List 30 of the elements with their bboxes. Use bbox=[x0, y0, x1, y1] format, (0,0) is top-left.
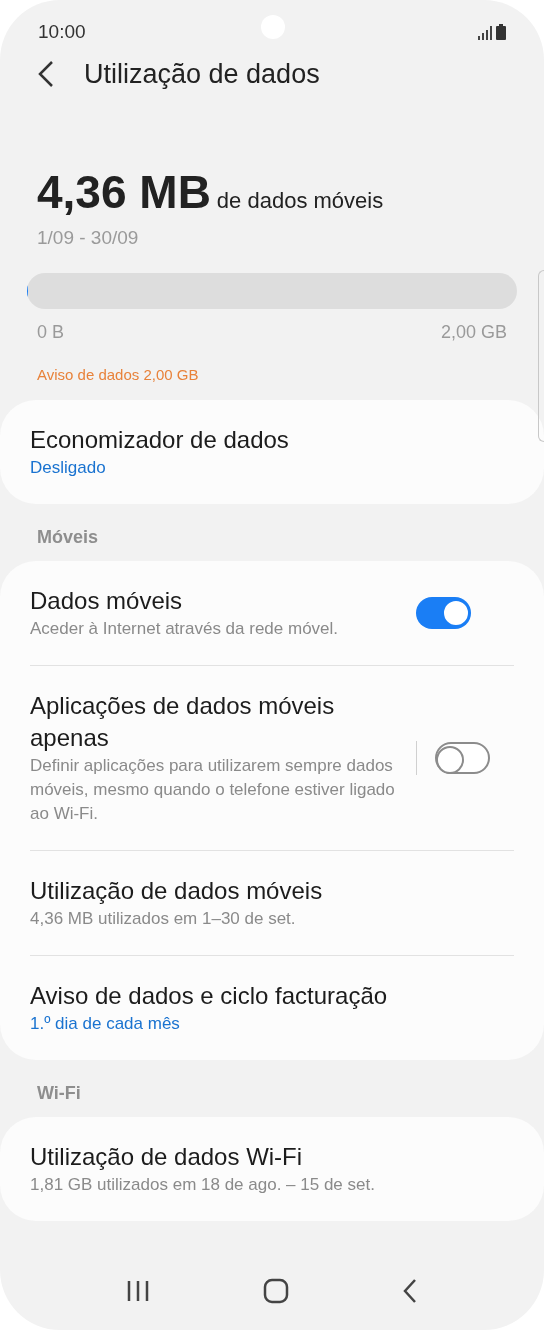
toggle-switch[interactable] bbox=[416, 597, 471, 629]
usage-period: 1/09 - 30/09 bbox=[36, 226, 140, 250]
setting-summary: 1,81 GB utilizados em 18 de ago. – 15 de set. bbox=[30, 1174, 376, 1196]
setting-summary: 4,36 MB utilizados em 1–30 de set. bbox=[30, 908, 297, 930]
section-heading: Wi-Fi bbox=[36, 1082, 82, 1105]
bar-min-label: 0 B bbox=[37, 320, 65, 344]
setting-summary: Definir aplicações para utilizarem sempre dados móveis, mesmo quando o telefone estiver ligado ao Wi-Fi. bbox=[30, 755, 396, 825]
usage-amount: 4,36 MB bbox=[37, 165, 211, 220]
usage-unit-label: de dados móveis bbox=[216, 187, 384, 215]
setting-title[interactable]: Dados móveis bbox=[30, 585, 400, 617]
section-heading: Móveis bbox=[36, 526, 100, 549]
bar-max-label: 2,00 GB bbox=[440, 320, 507, 344]
recent-apps-icon[interactable] bbox=[126, 1279, 151, 1303]
setting-title[interactable]: Aviso de dados e ciclo facturação bbox=[30, 980, 514, 1012]
back-icon[interactable] bbox=[401, 1278, 418, 1304]
setting-title[interactable]: Utilização de dados móveis bbox=[30, 875, 514, 907]
setting-title[interactable]: Aplicações de dados móveis apenas bbox=[30, 690, 400, 754]
setting-summary: Desligado bbox=[30, 457, 107, 479]
toggle-switch[interactable] bbox=[435, 742, 490, 774]
page-title: Utilização de dados bbox=[84, 57, 320, 91]
status-time: 10:00 bbox=[38, 19, 86, 44]
setting-title[interactable]: Economizador de dados bbox=[30, 424, 514, 456]
back-icon[interactable] bbox=[36, 60, 56, 88]
setting-summary: Aceder à Internet através da rede móvel. bbox=[30, 618, 340, 640]
home-icon[interactable] bbox=[263, 1278, 289, 1304]
data-warning: Aviso de dados 2,00 GB bbox=[36, 364, 200, 385]
setting-summary: 1.º dia de cada mês bbox=[30, 1013, 181, 1035]
battery-icon bbox=[496, 24, 506, 40]
signal-icon bbox=[478, 26, 492, 40]
setting-title[interactable]: Utilização de dados Wi-Fi bbox=[30, 1141, 514, 1173]
